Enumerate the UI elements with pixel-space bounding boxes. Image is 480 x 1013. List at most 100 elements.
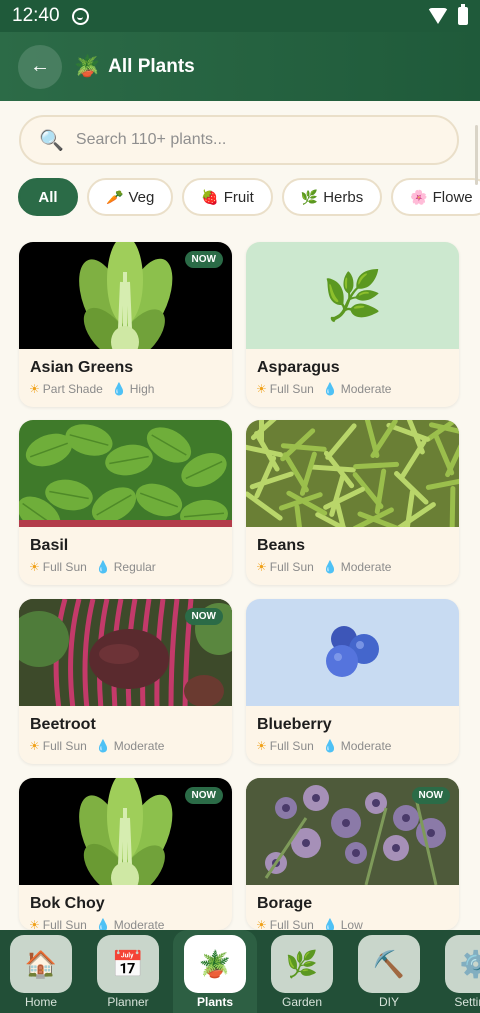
- filter-chip-label: Flowe: [432, 188, 473, 206]
- plant-care-info: ☀ Full Sun 💧 Moderate: [29, 739, 164, 753]
- nav-label: Garden: [281, 995, 323, 1009]
- filter-chip-fruit[interactable]: 🍓 Fruit: [182, 178, 273, 216]
- plant-card[interactable]: NOW Bok Choy ☀ Full Sun 💧 Moderate: [19, 778, 232, 930]
- water-requirement: Low: [340, 918, 363, 930]
- in-season-badge: NOW: [411, 787, 450, 804]
- scrollbar[interactable]: [475, 125, 478, 185]
- plant-card[interactable]: NOW Borage ☀ Full Sun 💧 Low: [246, 778, 459, 930]
- battery-icon: [458, 4, 468, 25]
- filter-chip-flowers[interactable]: 🌸 Flowe: [391, 178, 480, 216]
- house-icon: 🏠: [10, 935, 72, 993]
- water-requirement: Moderate: [340, 560, 392, 574]
- sun-requirement: Full Sun: [42, 739, 87, 753]
- water-drop-icon: 💧: [322, 560, 338, 574]
- nav-label: Planner: [107, 995, 149, 1009]
- filter-chip-all[interactable]: All: [18, 178, 78, 216]
- bottom-nav: 🏠 Home 📅 Planner 🪴 Plants 🌿 Garden ⛏️ DIY ⚙️ Settin…: [0, 930, 480, 1013]
- plant-image: [19, 420, 232, 527]
- filter-chip-label: All: [38, 188, 58, 206]
- sun-requirement: Full Sun: [269, 560, 314, 574]
- herb-icon: 🌿: [271, 935, 333, 993]
- in-season-badge: NOW: [184, 787, 223, 804]
- water-drop-icon: 💧: [95, 560, 111, 574]
- herb-icon: 🌿: [300, 188, 319, 205]
- status-icons: [428, 4, 468, 25]
- nav-plants[interactable]: 🪴 Plants: [173, 930, 257, 1013]
- water-drop-icon: 💧: [95, 918, 111, 930]
- water-requirement: Regular: [113, 560, 156, 574]
- nav-label: Home: [24, 995, 57, 1009]
- water-drop-icon: 💧: [95, 739, 111, 753]
- plant-care-info: ☀ Full Sun 💧 Moderate: [256, 560, 391, 574]
- sun-icon: ☀: [256, 560, 267, 574]
- nav-planner[interactable]: 📅 Planner: [86, 930, 170, 1013]
- plant-care-info: ☀ Part Shade 💧 High: [29, 382, 154, 396]
- water-drop-icon: 💧: [322, 382, 338, 396]
- plant-card[interactable]: Basil ☀ Full Sun 💧 Regular: [19, 420, 232, 585]
- nav-diy[interactable]: ⛏️ DIY: [347, 930, 431, 1013]
- plant-card[interactable]: Beans ☀ Full Sun 💧 Moderate: [246, 420, 459, 585]
- plant-name: Borage: [257, 895, 313, 912]
- water-requirement: High: [129, 382, 155, 396]
- potted-plant-icon: 🪴: [74, 54, 101, 78]
- plant-name: Beans: [257, 537, 306, 554]
- filter-chip-veg[interactable]: 🥕 Veg: [87, 178, 174, 216]
- plant-name: Blueberry: [257, 716, 332, 733]
- filter-chip-label: Veg: [128, 188, 155, 206]
- search-bar[interactable]: 🔍: [19, 115, 459, 165]
- sun-icon: ☀: [29, 739, 40, 753]
- plant-name: Beetroot: [30, 716, 96, 733]
- water-drop-icon: 💧: [111, 382, 127, 396]
- blossom-icon: 🌸: [410, 188, 428, 205]
- carrot-icon: 🥕: [106, 188, 124, 205]
- gear-icon: ⚙️: [445, 935, 480, 993]
- notification-face-icon: [71, 7, 89, 25]
- sun-requirement: Part Shade: [42, 382, 103, 396]
- app-screen: 12:40 ← 🪴 All Plants 🔍 All 🥕 Veg 🍓 Fruit…: [0, 0, 480, 1013]
- plant-name: Asparagus: [257, 359, 340, 376]
- status-time: 12:40: [12, 5, 60, 26]
- water-drop-icon: 💧: [322, 739, 338, 753]
- plant-care-info: ☀ Full Sun 💧 Moderate: [256, 739, 391, 753]
- sun-icon: ☀: [256, 739, 267, 753]
- potted-plant-icon: 🪴: [184, 935, 246, 993]
- water-requirement: Moderate: [340, 739, 392, 753]
- strawberry-icon: 🍓: [201, 188, 219, 205]
- nav-label: Plants: [196, 995, 233, 1009]
- app-header: ← 🪴 All Plants: [0, 32, 480, 101]
- nav-garden[interactable]: 🌿 Garden: [260, 930, 344, 1013]
- herb-icon: 🌿: [322, 270, 383, 323]
- in-season-badge: NOW: [184, 608, 223, 625]
- search-input[interactable]: [75, 131, 436, 149]
- nav-home[interactable]: 🏠 Home: [0, 930, 83, 1013]
- nav-label: DIY: [378, 995, 399, 1009]
- sun-icon: ☀: [29, 382, 40, 396]
- search-icon: 🔍: [39, 129, 64, 152]
- water-requirement: Moderate: [340, 382, 392, 396]
- page-title: All Plants: [108, 55, 195, 77]
- water-requirement: Moderate: [113, 918, 165, 930]
- filter-chip-herbs[interactable]: 🌿 Herbs: [281, 178, 383, 216]
- in-season-badge: NOW: [184, 251, 223, 268]
- sun-icon: ☀: [256, 918, 267, 930]
- plant-card[interactable]: Blueberry ☀ Full Sun 💧 Moderate: [246, 599, 459, 764]
- sun-requirement: Full Sun: [42, 560, 87, 574]
- plant-name: Asian Greens: [30, 359, 134, 376]
- plant-image: 🌿: [246, 242, 459, 349]
- sun-icon: ☀: [29, 560, 40, 574]
- nav-label: Settings: [454, 995, 480, 1009]
- plant-card[interactable]: 🌿 Asparagus ☀ Full Sun 💧 Moderate: [246, 242, 459, 407]
- sun-requirement: Full Sun: [269, 382, 314, 396]
- plant-care-info: ☀ Full Sun 💧 Moderate: [256, 382, 391, 396]
- plant-card[interactable]: NOW Beetroot ☀ Full Sun 💧 Moderate: [19, 599, 232, 764]
- plant-name: Bok Choy: [30, 895, 105, 912]
- plant-card[interactable]: NOW Asian Greens ☀ Part Shade 💧 High: [19, 242, 232, 407]
- plant-care-info: ☀ Full Sun 💧 Low: [256, 918, 363, 930]
- plant-image: [246, 420, 459, 527]
- back-button[interactable]: ←: [18, 44, 62, 89]
- nav-settings[interactable]: ⚙️ Settings: [434, 930, 480, 1013]
- sun-requirement: Full Sun: [269, 739, 314, 753]
- calendar-icon: 📅: [97, 935, 159, 993]
- pick-icon: ⛏️: [358, 935, 420, 993]
- plant-name: Basil: [30, 537, 69, 554]
